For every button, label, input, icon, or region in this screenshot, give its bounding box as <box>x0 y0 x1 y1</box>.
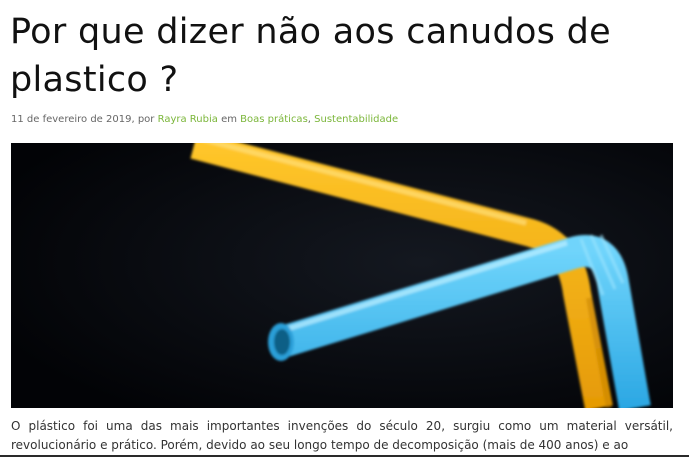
category-link-boas-praticas[interactable]: Boas práticas <box>240 114 308 125</box>
post-excerpt: O plástico foi uma das mais importantes … <box>11 419 673 452</box>
category-link-sustentabilidade[interactable]: Sustentabilidade <box>314 114 398 125</box>
post-title[interactable]: Por que dizer não aos canudos de plastic… <box>10 8 680 104</box>
straws-illustration <box>11 143 673 408</box>
meta-in-text: em <box>217 114 241 125</box>
post-meta: 11 de fevereiro de 2019, por Rayra Rubia… <box>11 113 398 127</box>
featured-image-plastic-straws <box>11 143 673 408</box>
author-link[interactable]: Rayra Rubia <box>158 114 218 125</box>
post-date: 11 de fevereiro de 2019 <box>11 114 132 125</box>
meta-by-text: , por <box>131 114 158 125</box>
